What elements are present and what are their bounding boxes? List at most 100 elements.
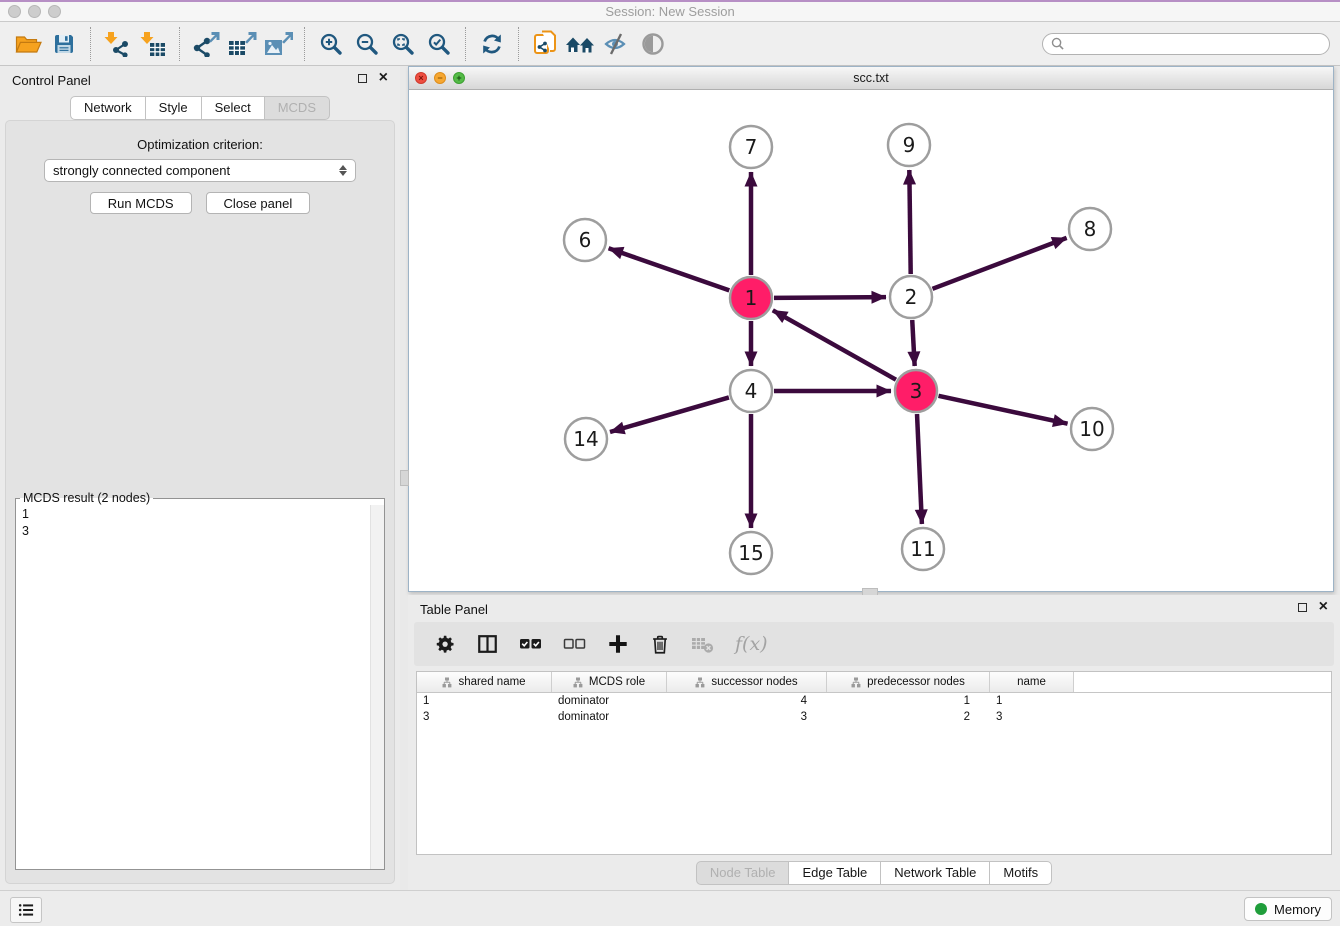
network-graph[interactable]: 1234678910111415	[409, 89, 1333, 591]
save-icon	[52, 32, 76, 56]
zoom-out-icon	[355, 32, 379, 56]
table-panel-float-button[interactable]	[1298, 603, 1307, 612]
table-cell-successor-nodes[interactable]: 4	[667, 695, 827, 707]
graph-edge-2-3[interactable]	[912, 320, 914, 366]
table-cell-name[interactable]: 3	[990, 711, 1074, 723]
select-stepper-icon	[339, 165, 347, 176]
mcds-result-scrollbar[interactable]	[370, 505, 384, 869]
zoom-fit-button[interactable]	[385, 27, 421, 61]
mcds-result-text[interactable]: 1 3	[16, 505, 371, 869]
tab-edge-table[interactable]: Edge Table	[789, 861, 881, 885]
import-table-button[interactable]	[135, 27, 171, 61]
zoom-selected-button[interactable]	[421, 27, 457, 61]
table-row[interactable]: 3dominator323	[417, 709, 1331, 725]
tab-network-table[interactable]: Network Table	[881, 861, 990, 885]
table-panel-tabs: Node TableEdge TableNetwork TableMotifs	[408, 861, 1340, 885]
search-field[interactable]	[1042, 33, 1330, 55]
home-button[interactable]	[563, 27, 599, 61]
export-image-button[interactable]	[260, 27, 296, 61]
column-header-shared-name[interactable]: shared name	[417, 672, 552, 692]
criterion-select[interactable]: strongly connected component	[44, 159, 356, 182]
tab-motifs[interactable]: Motifs	[990, 861, 1052, 885]
column-header-label: successor nodes	[711, 676, 797, 688]
table-cell-predecessor-nodes[interactable]: 1	[827, 695, 990, 707]
double-home-icon	[565, 32, 597, 56]
graph-edge-1-2[interactable]	[774, 297, 886, 298]
zoom-in-button[interactable]	[313, 27, 349, 61]
table-settings-button[interactable]	[434, 633, 456, 655]
table-panel-close-button[interactable]: ×	[1319, 601, 1328, 613]
control-panel-close-button[interactable]: ×	[379, 72, 388, 84]
memory-button[interactable]: Memory	[1244, 897, 1332, 921]
toolbar-separator	[304, 27, 305, 61]
table-cell-mcds-role[interactable]: dominator	[552, 711, 667, 723]
control-panel-float-button[interactable]	[358, 74, 367, 83]
gear-icon	[434, 633, 456, 655]
select-all-columns-button[interactable]	[519, 635, 543, 653]
open-session-button[interactable]	[10, 27, 46, 61]
graph-edge-2-8[interactable]	[933, 238, 1067, 289]
table-cell-shared-name[interactable]: 3	[417, 711, 552, 723]
table-body: 1dominator4113dominator323	[417, 693, 1331, 725]
contrast-circle-icon	[640, 31, 666, 57]
graph-edge-3-11[interactable]	[917, 414, 922, 524]
table-cell-successor-nodes[interactable]: 3	[667, 711, 827, 723]
table-cell-mcds-role[interactable]: dominator	[552, 695, 667, 707]
zoom-out-button[interactable]	[349, 27, 385, 61]
column-header-label: MCDS role	[589, 676, 645, 688]
column-header-name[interactable]: name	[990, 672, 1074, 692]
table-cell-shared-name[interactable]: 1	[417, 695, 552, 707]
graph-edge-4-14[interactable]	[610, 397, 729, 432]
graph-node-label: 15	[738, 541, 763, 565]
attribute-sort-icon	[573, 677, 584, 688]
search-input[interactable]	[1069, 36, 1321, 52]
network-canvas[interactable]: 1234678910111415	[409, 89, 1333, 591]
table-cell-name[interactable]: 1	[990, 695, 1074, 707]
network-window-title: scc.txt	[409, 71, 1333, 85]
graph-node-label: 4	[745, 379, 758, 403]
column-header-predecessor-nodes[interactable]: predecessor nodes	[827, 672, 990, 692]
column-header-successor-nodes[interactable]: successor nodes	[667, 672, 827, 692]
toggle-column-view-button[interactable]	[476, 633, 499, 655]
zoom-in-icon	[319, 32, 343, 56]
close-panel-button[interactable]: Close panel	[206, 192, 311, 214]
graph-edge-2-9[interactable]	[909, 170, 910, 274]
list-icon	[16, 900, 36, 920]
toolbar-separator	[179, 27, 180, 61]
tab-mcds[interactable]: MCDS	[265, 96, 330, 120]
delete-column-button[interactable]	[649, 633, 671, 656]
save-session-button[interactable]	[46, 27, 82, 61]
panel-divider-grip[interactable]	[400, 470, 409, 486]
network-window-titlebar[interactable]: × − + scc.txt	[409, 67, 1333, 90]
export-network-button[interactable]	[188, 27, 224, 61]
unselect-all-columns-button[interactable]	[563, 635, 587, 653]
apply-layout-button[interactable]	[474, 27, 510, 61]
table-cell-predecessor-nodes[interactable]: 2	[827, 711, 990, 723]
table-delete-icon	[691, 634, 715, 654]
run-mcds-button[interactable]: Run MCDS	[90, 192, 192, 214]
graph-node-label: 9	[903, 133, 916, 157]
table-row[interactable]: 1dominator411	[417, 693, 1331, 709]
export-table-button[interactable]	[224, 27, 260, 61]
graph-node-label: 2	[905, 285, 918, 309]
attribute-sort-icon	[442, 677, 453, 688]
column-header-label: name	[1017, 676, 1046, 688]
network-view-window: × − + scc.txt 1234678910111415	[408, 66, 1334, 592]
hide-details-button[interactable]	[599, 27, 635, 61]
contrast-button[interactable]	[635, 27, 671, 61]
import-network-button[interactable]	[99, 27, 135, 61]
graph-edge-3-10[interactable]	[938, 396, 1067, 424]
task-history-button[interactable]	[10, 897, 42, 923]
graph-edge-3-1[interactable]	[773, 310, 896, 379]
graph-node-label: 7	[745, 135, 758, 159]
create-column-button[interactable]	[607, 633, 629, 655]
graph-edge-1-6[interactable]	[609, 248, 730, 290]
graph-node-label: 8	[1084, 217, 1097, 241]
tab-network[interactable]: Network	[70, 96, 146, 120]
tab-node-table[interactable]: Node Table	[696, 861, 790, 885]
tab-select[interactable]: Select	[202, 96, 265, 120]
tab-style[interactable]: Style	[146, 96, 202, 120]
column-header-mcds-role[interactable]: MCDS role	[552, 672, 667, 692]
export-table-icon	[227, 31, 257, 57]
clone-network-button[interactable]	[527, 27, 563, 61]
